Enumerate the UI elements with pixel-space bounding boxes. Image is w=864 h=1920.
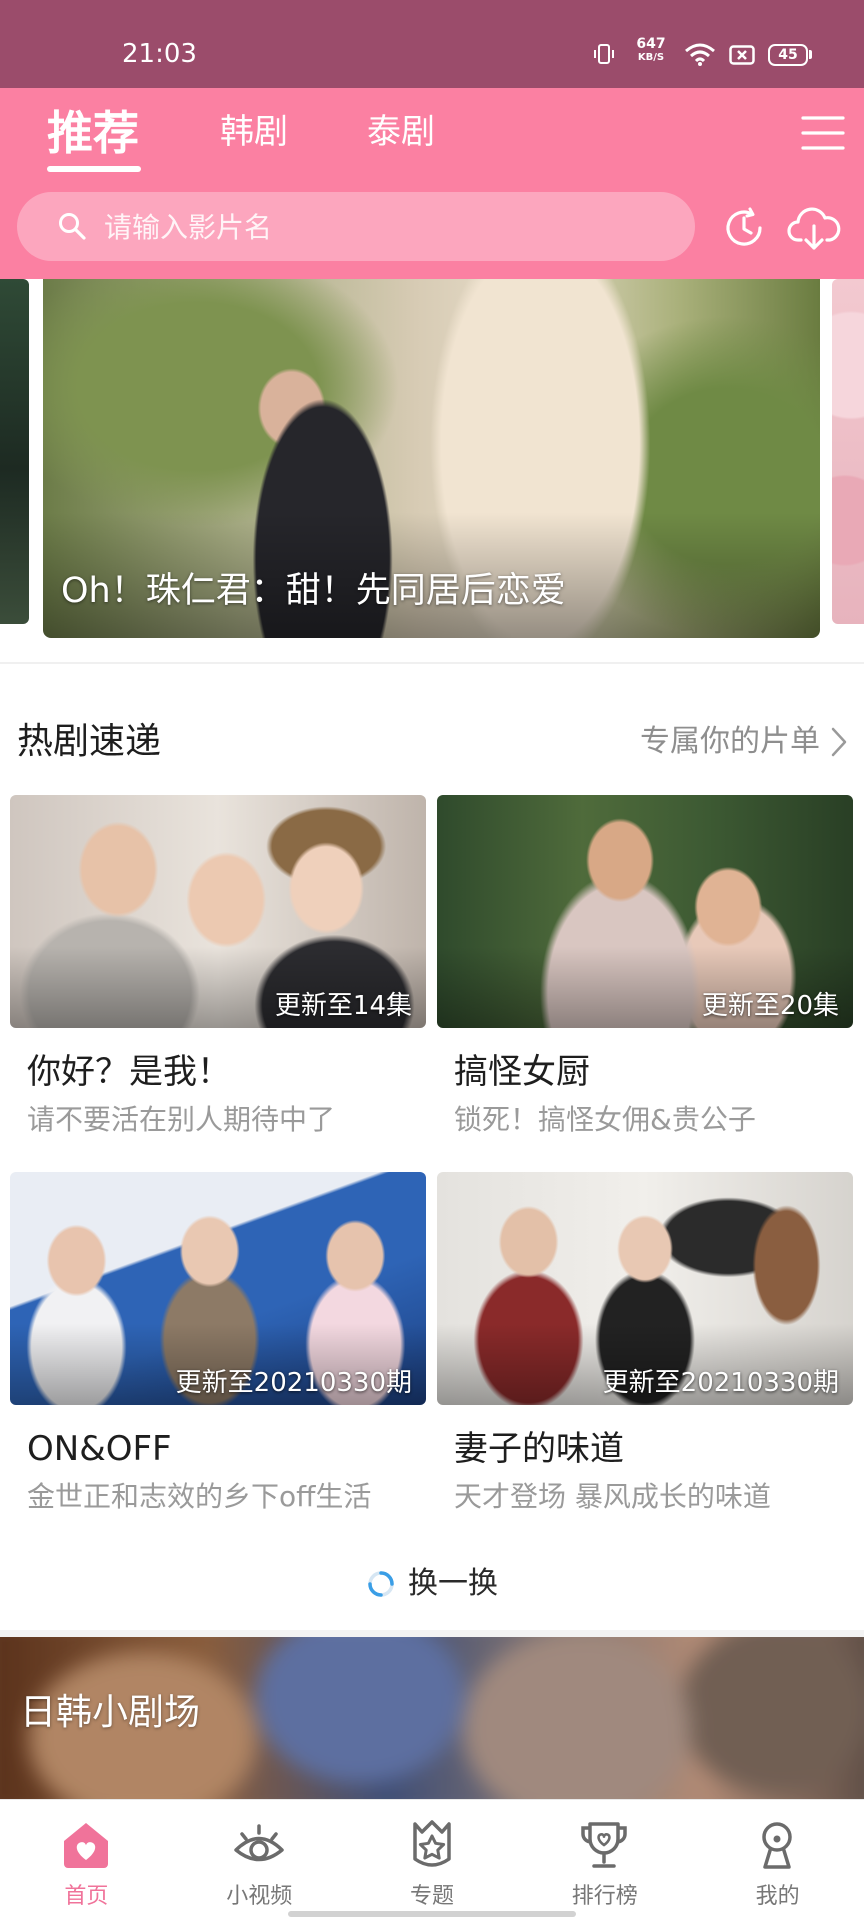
- section-title: 热剧速递: [17, 721, 162, 762]
- trophy-icon: [578, 1819, 630, 1871]
- drama-card[interactable]: 更新至20210330期 ON&OFF 金世正和志效的乡下off生活: [10, 1172, 426, 1532]
- star-badge-icon: [406, 1819, 458, 1871]
- banner-next-slide[interactable]: [832, 279, 864, 624]
- tab-recommended[interactable]: 推荐: [47, 105, 139, 161]
- home-icon: [60, 1819, 112, 1871]
- nav-label: 排行榜: [571, 1884, 638, 1909]
- drama-card[interactable]: 更新至20集 搞怪女厨 锁死！搞怪女佣&贵公子: [437, 795, 853, 1155]
- nav-item-ranking[interactable]: 排行榜: [518, 1800, 691, 1920]
- refresh-label: 换一换: [408, 1566, 498, 1601]
- eye-icon: [233, 1819, 285, 1871]
- banner-title: Oh！珠仁君：甜！先同居后恋爱: [61, 571, 566, 611]
- drama-subtitle: 天才登场 暴风成长的味道: [454, 1480, 771, 1513]
- mini-theater-title: 日韩小剧场: [20, 1692, 201, 1733]
- nav-label: 小视频: [226, 1884, 293, 1909]
- sim-disabled-icon: [729, 45, 755, 65]
- search-input[interactable]: [104, 208, 664, 246]
- drama-title[interactable]: 搞怪女厨: [454, 1051, 590, 1093]
- episode-badge: 更新至20210330期: [175, 1368, 412, 1398]
- status-bar: 21:03 647 KB/S 45: [0, 0, 864, 88]
- vibrate-icon: [592, 42, 616, 66]
- section-gap: [0, 1630, 864, 1637]
- tab-korean-drama[interactable]: 韩剧: [220, 111, 288, 153]
- home-indicator[interactable]: [288, 1911, 576, 1917]
- nav-item-profile[interactable]: 我的: [691, 1800, 864, 1920]
- battery-icon: 45: [768, 44, 808, 66]
- network-speed-unit: KB/S: [637, 52, 665, 63]
- wifi-icon: [684, 42, 716, 66]
- nav-label: 专题: [409, 1884, 454, 1909]
- nav-item-topics[interactable]: 专题: [346, 1800, 519, 1920]
- episode-badge: 更新至20集: [701, 991, 839, 1021]
- banner-slide[interactable]: Oh！珠仁君：甜！先同居后恋爱: [43, 279, 820, 638]
- nav-item-short-video[interactable]: 小视频: [173, 1800, 346, 1920]
- drama-card[interactable]: 更新至20210330期 妻子的味道 天才登场 暴风成长的味道: [437, 1172, 853, 1532]
- nav-label: 我的: [755, 1884, 800, 1909]
- mini-theater-section[interactable]: 日韩小剧场: [0, 1637, 864, 1799]
- drama-subtitle: 金世正和志效的乡下off生活: [27, 1480, 372, 1513]
- network-speed: 647 KB/S: [632, 37, 670, 64]
- profile-icon: [751, 1819, 803, 1871]
- drama-title[interactable]: 你好？是我！: [27, 1051, 231, 1093]
- drama-title[interactable]: 妻子的味道: [454, 1428, 624, 1470]
- more-link-label: 专属你的片单: [640, 724, 820, 759]
- battery-nub: [809, 50, 812, 59]
- nav-label: 首页: [64, 1884, 109, 1909]
- drama-subtitle: 锁死！搞怪女佣&贵公子: [454, 1103, 756, 1136]
- banner-prev-slide[interactable]: [0, 279, 29, 624]
- episode-badge: 更新至14集: [274, 991, 412, 1021]
- nav-item-home[interactable]: 首页: [0, 1800, 173, 1920]
- drama-card[interactable]: 更新至14集 你好？是我！ 请不要活在别人期待中了: [10, 795, 426, 1155]
- bottom-nav: 首页 小视频 专题 排行榜 我的: [0, 1799, 864, 1920]
- section-divider: [0, 662, 864, 664]
- search-bar[interactable]: [17, 192, 695, 261]
- refresh-icon: [366, 1569, 396, 1599]
- search-icon: [57, 211, 87, 241]
- active-tab-indicator: [47, 166, 141, 172]
- more-link[interactable]: 专属你的片单: [580, 722, 848, 762]
- episode-badge: 更新至20210330期: [602, 1368, 839, 1398]
- status-time: 21:03: [122, 39, 197, 69]
- network-speed-value: 647: [636, 36, 666, 52]
- download-icon[interactable]: [786, 204, 842, 252]
- refresh-button[interactable]: 换一换: [0, 1562, 864, 1606]
- history-icon[interactable]: [722, 206, 766, 250]
- tab-thai-drama[interactable]: 泰剧: [367, 111, 435, 153]
- drama-title[interactable]: ON&OFF: [27, 1428, 172, 1470]
- drama-subtitle: 请不要活在别人期待中了: [27, 1103, 336, 1136]
- chevron-right-icon: [830, 726, 848, 758]
- menu-icon[interactable]: [800, 114, 846, 152]
